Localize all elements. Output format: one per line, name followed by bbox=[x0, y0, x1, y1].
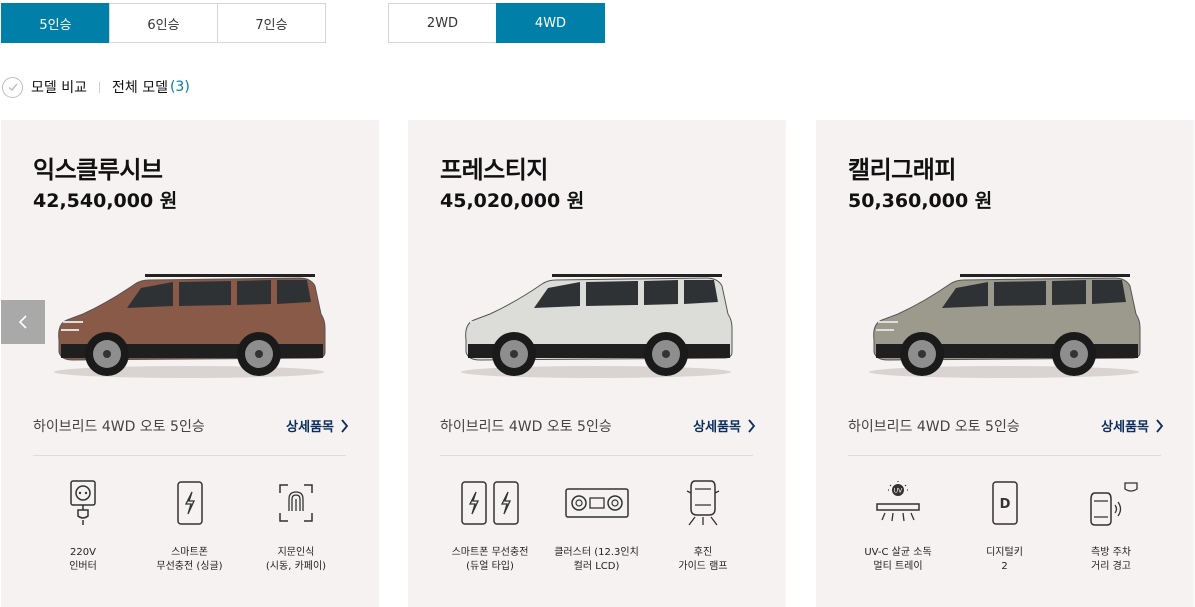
feature-item: 후진 가이드 램프 bbox=[653, 480, 753, 574]
seat-option-7[interactable]: 7인승 bbox=[217, 3, 326, 43]
wireless-charging-icon bbox=[176, 480, 204, 526]
feature-list: 스마트폰 무선충전 (듀얼 타입) 클러스터 (12.3인치 컬러 LCD) 후진 … bbox=[440, 480, 753, 574]
divider bbox=[33, 455, 346, 456]
car-image bbox=[49, 262, 329, 382]
compare-bar: 모델 비교 전체 모델 (3) bbox=[2, 76, 190, 98]
detail-label: 상세품목 bbox=[286, 420, 334, 435]
feature-item: 220V 인버터 bbox=[33, 480, 133, 574]
feature-item: D 디지털키 2 bbox=[955, 480, 1055, 574]
seat-option-5[interactable]: 5인승 bbox=[1, 3, 110, 43]
power-outlet-icon bbox=[68, 480, 98, 526]
trim-card[interactable]: 프레스티지 45,020,000 원하이브리드 4WD 오토 5인승 상세품목스마트… bbox=[408, 120, 786, 607]
feature-label: 스마트폰 무선충전 (싱글) bbox=[156, 547, 223, 572]
compare-checkbox[interactable] bbox=[2, 76, 23, 98]
drive-filter: 2WD 4WD bbox=[388, 3, 605, 43]
detail-link[interactable]: 상세품목 bbox=[1101, 416, 1164, 435]
divider bbox=[848, 455, 1161, 456]
trim-name: 익스클루시브 bbox=[33, 156, 163, 184]
feature-label: 후진 가이드 램프 bbox=[678, 547, 728, 572]
chevron-left-icon bbox=[18, 315, 27, 329]
drive-option-2wd[interactable]: 2WD bbox=[388, 3, 497, 43]
feature-list: 220V 인버터 스마트폰 무선충전 (싱글) 지문인식 (시동, 카페이) bbox=[33, 480, 346, 574]
cluster-display-icon bbox=[564, 480, 629, 526]
trim-price: 45,020,000 원 bbox=[440, 190, 585, 212]
trim-spec: 하이브리드 4WD 오토 5인승 bbox=[440, 419, 612, 435]
feature-list: UV UV-C 살균 소독 멀티 트레이 D 디지털키 2 측방 주차 거리 경고 bbox=[848, 480, 1161, 574]
detail-label: 상세품목 bbox=[1101, 420, 1149, 435]
feature-item: 스마트폰 무선충전 (싱글) bbox=[140, 480, 240, 574]
feature-label: 측방 주차 거리 경고 bbox=[1091, 547, 1131, 572]
feature-item: 스마트폰 무선충전 (듀얼 타입) bbox=[440, 480, 540, 574]
chevron-right-icon bbox=[1156, 418, 1164, 433]
chevron-right-icon bbox=[748, 418, 756, 433]
svg-text:D: D bbox=[999, 497, 1010, 512]
dual-wireless-charging-icon bbox=[460, 480, 520, 526]
trim-name: 캘리그래피 bbox=[848, 156, 956, 184]
feature-label: 지문인식 (시동, 카페이) bbox=[265, 547, 327, 572]
rear-guide-lamp-icon bbox=[685, 480, 721, 526]
trim-card[interactable]: 익스클루시브 42,540,000 원하이브리드 4WD 오토 5인승 상세품목 22… bbox=[1, 120, 379, 607]
car-image bbox=[864, 262, 1144, 382]
feature-item: 클러스터 (12.3인치 컬러 LCD) bbox=[547, 480, 647, 574]
compare-label[interactable]: 모델 비교 bbox=[31, 77, 87, 97]
trim-card[interactable]: 캘리그래피 50,360,000 원 하이브리드 4WD 오토 5인승 상세품목 UV U… bbox=[816, 120, 1194, 607]
check-icon bbox=[8, 83, 18, 91]
detail-link[interactable]: 상세품목 bbox=[693, 416, 756, 435]
svg-text:UV: UV bbox=[894, 488, 903, 495]
divider bbox=[440, 455, 753, 456]
drive-option-4wd[interactable]: 4WD bbox=[496, 3, 605, 43]
feature-label: 스마트폰 무선충전 (듀얼 타입) bbox=[451, 547, 529, 572]
fingerprint-icon bbox=[278, 480, 314, 526]
trim-spec: 하이브리드 4WD 오토 5인승 bbox=[848, 419, 1020, 435]
seat-filter: 5인승 6인승 7인승 bbox=[1, 3, 326, 43]
trim-price: 42,540,000 원 bbox=[33, 190, 178, 212]
detail-label: 상세품목 bbox=[693, 420, 741, 435]
feature-item: UV UV-C 살균 소독 멀티 트레이 bbox=[848, 480, 948, 574]
feature-item: 지문인식 (시동, 카페이) bbox=[246, 480, 346, 574]
digital-key-icon: D bbox=[991, 480, 1019, 526]
all-models-label: 전체 모델 bbox=[111, 80, 168, 96]
trim-name: 프레스티지 bbox=[440, 156, 548, 184]
divider bbox=[98, 81, 100, 93]
uv-sterilization-icon: UV bbox=[873, 480, 923, 526]
side-parking-sensor-icon bbox=[1083, 480, 1139, 526]
seat-option-6[interactable]: 6인승 bbox=[109, 3, 218, 43]
trim-spec: 하이브리드 4WD 오토 5인승 bbox=[33, 419, 205, 435]
feature-label: 클러스터 (12.3인치 컬러 LCD) bbox=[554, 547, 639, 572]
car-image bbox=[456, 262, 736, 382]
feature-label: 220V 인버터 bbox=[69, 547, 97, 572]
chevron-right-icon bbox=[341, 418, 349, 433]
feature-label: UV-C 살균 소독 멀티 트레이 bbox=[864, 547, 932, 572]
carousel-prev-button[interactable] bbox=[1, 300, 45, 344]
detail-link[interactable]: 상세품목 bbox=[286, 416, 349, 435]
feature-label: 디지털키 2 bbox=[986, 547, 1023, 572]
feature-item: 측방 주차 거리 경고 bbox=[1061, 480, 1161, 574]
model-count: (3) bbox=[169, 79, 190, 95]
trim-price: 50,360,000 원 bbox=[848, 190, 993, 212]
